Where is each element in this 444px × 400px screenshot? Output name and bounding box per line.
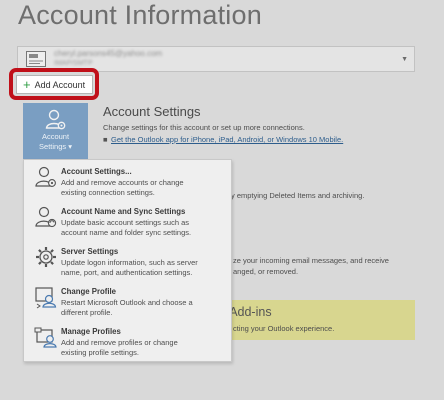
addins-description: cting your Outlook experience. (233, 324, 335, 333)
menu-item-manage-profiles[interactable]: Manage Profiles Add and remove profiles … (24, 323, 231, 363)
menu-item-title: Change Profile (61, 287, 117, 296)
bullet-icon: ■ (103, 135, 108, 144)
menu-item-desc-line2: name, port, and authentication settings. (61, 267, 193, 277)
mail-account-icon (26, 51, 46, 67)
account-settings-menu: Account Settings... Add and remove accou… (23, 159, 232, 362)
account-email: cheryl.parsons45@yahoo.com (54, 49, 163, 58)
account-type: IMAP/SMTP (54, 60, 93, 67)
tile-label-line2: Settings ▾ (39, 142, 72, 151)
chevron-down-icon[interactable]: ▼ (401, 56, 408, 63)
server-gear-icon (36, 247, 56, 267)
outlook-app-link[interactable]: Get the Outlook app for iPhone, iPad, An… (111, 135, 343, 144)
tile-label-line1: Account (41, 132, 70, 141)
menu-item-title: Manage Profiles (61, 327, 121, 336)
cleanup-text: y emptying Deleted Items and archiving. (231, 191, 365, 200)
menu-item-desc-line2: existing connection settings. (61, 187, 155, 197)
menu-item-desc-line2: account name and folder sync settings. (61, 227, 192, 237)
menu-item-desc-line1: Restart Microsoft Outlook and choose a (61, 298, 193, 307)
menu-item-desc-line1: Update logon information, such as server (61, 258, 198, 267)
menu-item-desc-line1: Add and remove accounts or change (61, 178, 184, 187)
account-settings-button[interactable]: Account Settings ▾ (23, 103, 88, 159)
menu-item-desc-line1: Add and remove profiles or change (61, 338, 178, 347)
section-description: Change settings for this account or set … (103, 123, 305, 132)
menu-item-title: Account Settings... (61, 167, 132, 176)
section-title: Account Settings (103, 104, 201, 119)
menu-item-title: Account Name and Sync Settings (61, 207, 186, 216)
rules-text-line1: ze your incoming email messages, and rec… (233, 256, 389, 265)
change-profile-icon (35, 287, 57, 309)
menu-item-name-sync[interactable]: Account Name and Sync Settings Update ba… (24, 203, 231, 243)
menu-item-desc-line2: existing profile settings. (61, 347, 139, 357)
rules-text-line2: anged, or removed. (233, 267, 299, 276)
account-settings-icon (35, 166, 56, 187)
user-gear-icon (45, 109, 66, 130)
menu-item-desc-line2: different profile. (61, 307, 113, 317)
menu-item-desc-line1: Update basic account settings such as (61, 218, 189, 227)
name-sync-icon (35, 206, 57, 228)
plus-icon: + (23, 76, 31, 92)
menu-item-title: Server Settings (61, 247, 119, 256)
page-title: Account Information (18, 0, 262, 30)
add-account-button[interactable]: + Add Account (16, 75, 93, 94)
manage-profiles-icon (34, 327, 57, 348)
menu-item-change-profile[interactable]: Change Profile Restart Microsoft Outlook… (24, 283, 231, 323)
menu-item-account-settings[interactable]: Account Settings... Add and remove accou… (24, 163, 231, 203)
menu-item-server-settings[interactable]: Server Settings Update logon information… (24, 243, 231, 283)
add-account-label: Add Account (34, 79, 86, 90)
